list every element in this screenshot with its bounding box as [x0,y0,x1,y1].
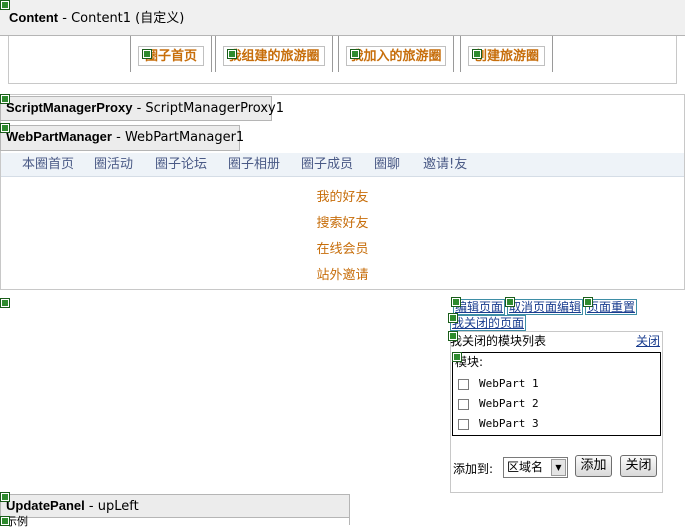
catalog-item[interactable]: WebPart 1 [458,377,539,393]
nav-invite-friends[interactable]: 邀请!友 [423,154,467,176]
tab-my-joined-box: 我加入的旅游圈 [346,46,446,66]
catalog-item-label: WebPart 3 [479,417,539,430]
catalog-item[interactable]: WebPart 3 [458,417,539,433]
content-control-sep: - [62,11,72,26]
control-marker-icon [0,516,10,526]
catalog-item-label: WebPart 1 [479,377,539,390]
webpart-manager-sep: - [116,130,125,145]
nav-circle-album[interactable]: 圈子相册 [228,154,280,176]
control-marker-icon [0,298,10,308]
nav-circle-chat[interactable]: 圈聊 [374,154,400,176]
chevron-down-icon[interactable]: ▼ [551,459,566,476]
control-marker-icon [142,49,152,59]
tab-circle-home-label[interactable]: 圈子首页 [145,49,197,64]
update-panel-body [0,517,350,525]
tab-create-circle-label[interactable]: 创建旅游圈 [474,49,539,64]
nav-circle-home[interactable]: 本圈首页 [22,154,74,176]
update-panel-tag: UpdatePanel - upLeft [0,494,350,518]
catalog-title: 我关闭的模块列表 [450,334,547,348]
close-button[interactable]: 关闭 [620,455,657,477]
script-manager-proxy-tag: ScriptManagerProxy - ScriptManagerProxy1 [0,96,284,121]
add-to-label: 添加到: [453,462,494,476]
zone-select[interactable]: 区域名 ▼ [503,457,568,478]
catalog-close-link[interactable]: 关闭 [636,333,660,349]
script-manager-proxy-type: ScriptManagerProxy [6,100,133,115]
content-control-type: Content [9,10,59,25]
tab-my-created-label[interactable]: 我组建的旅游圈 [228,49,319,64]
catalog-item[interactable]: WebPart 2 [458,397,539,413]
control-marker-icon [350,49,360,59]
add-button[interactable]: 添加 [575,455,612,477]
closed-pages-link[interactable]: 我关闭的页面 [450,315,527,331]
update-panel-type: UpdatePanel [6,498,85,513]
zone-select-value: 区域名 [507,460,544,474]
control-marker-icon [0,492,10,502]
update-panel-id: upLeft [97,499,139,514]
tab-my-created-box: 我组建的旅游圈 [223,46,325,66]
webpart-manager-tag: WebPartManager - WebPartManager1 [0,125,244,151]
menu-external-invite[interactable]: 站外邀请 [0,264,685,283]
control-marker-icon [452,352,462,362]
bottom-text: 示例 [6,515,28,528]
control-marker-icon [583,297,593,307]
webpart-manager-type: WebPartManager [6,129,112,144]
tab-my-joined[interactable]: 我加入的旅游圈 [338,36,454,72]
menu-my-friends[interactable]: 我的好友 [0,186,685,205]
control-marker-icon [472,49,482,59]
content-control-id: Content1 (自定义) [71,11,185,26]
control-marker-icon [0,0,10,10]
catalog-item-checkbox[interactable] [458,418,469,430]
control-marker-icon [0,94,10,104]
catalog-item-checkbox[interactable] [458,398,469,410]
control-marker-icon [448,331,458,341]
control-marker-icon [451,297,461,307]
menu-online-members[interactable]: 在线会员 [0,238,685,257]
script-manager-proxy-id: ScriptManagerProxy1 [145,101,284,116]
nav-circle-members[interactable]: 圈子成员 [301,154,353,176]
edit-page-link[interactable]: 编辑页面 [453,299,506,315]
webpart-manager-id: WebPartManager1 [124,130,245,145]
catalog-item-checkbox[interactable] [458,378,469,390]
menu-search-friends[interactable]: 搜索好友 [0,212,685,231]
control-marker-icon [227,49,237,59]
reset-page-link[interactable]: 页面重置 [585,299,638,315]
catalog-item-label: WebPart 2 [479,397,539,410]
update-panel-sep: - [88,499,98,514]
nav-circle-forum[interactable]: 圈子论坛 [155,154,207,176]
control-marker-icon [0,123,10,133]
cancel-edit-link[interactable]: 取消页面编辑 [507,299,584,315]
tab-create-circle[interactable]: 创建旅游圈 [460,36,553,72]
tab-my-joined-label[interactable]: 我加入的旅游圈 [350,49,441,64]
control-marker-icon [448,313,458,323]
content-control-tag: Content - Content1 (自定义) [9,8,184,28]
tab-circle-home[interactable]: 圈子首页 [130,36,212,72]
control-marker-icon [505,297,515,307]
nav-circle-activity[interactable]: 圈活动 [94,154,133,176]
tab-my-created[interactable]: 我组建的旅游圈 [215,36,333,72]
